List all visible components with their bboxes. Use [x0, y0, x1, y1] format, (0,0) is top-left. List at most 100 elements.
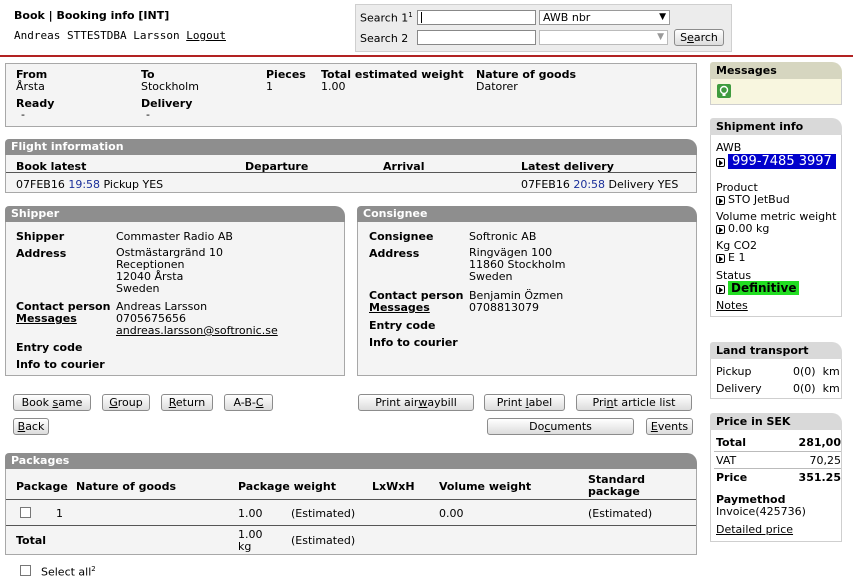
flight-col-latest-delivery: Latest delivery [521, 160, 614, 173]
packages-header-divider [6, 499, 696, 500]
shipment-info-header: Shipment info [710, 118, 842, 135]
user-info: Andreas STTESTDBA Larsson Logout [14, 29, 226, 42]
messages-panel-header: Messages [710, 62, 842, 79]
pkg-col-volume: Volume weight [439, 480, 532, 493]
price-total-label: Total [716, 436, 747, 449]
search2-type-select[interactable]: ▼ [539, 30, 668, 45]
flight-latest-delivery-value: 07FEB16 20:58 Delivery YES [521, 178, 679, 191]
awb-label: AWB [716, 141, 742, 154]
group-button[interactable]: Group [102, 394, 150, 411]
co2-row: E 1 [716, 251, 745, 264]
notes-link[interactable]: Notes [716, 299, 748, 312]
pickup-label: Pickup [716, 365, 752, 378]
print-label-button[interactable]: Print label [484, 394, 565, 411]
awb-row: 999-7485 3997 [716, 154, 836, 169]
paymethod-value: Invoice(425736) [716, 505, 806, 518]
package-weight-note: (Estimated) [291, 507, 356, 520]
shipper-entry-code-label: Entry code [16, 341, 83, 354]
pkg-col-weight: Package weight [238, 480, 336, 493]
abc-button[interactable]: A-B-C [224, 394, 273, 411]
message-bulb-icon[interactable] [717, 84, 731, 98]
flight-col-arrival: Arrival [383, 160, 425, 173]
arrow-right-icon[interactable] [716, 284, 725, 294]
search1-label: Search 11 [360, 11, 413, 25]
detailed-price-link[interactable]: Detailed price [716, 523, 793, 536]
flight-col-book-latest: Book latest [16, 160, 87, 173]
search2-label: Search 2 [360, 32, 409, 45]
pieces-value: 1 [266, 80, 273, 93]
documents-button[interactable]: Documents [487, 418, 634, 435]
divider [714, 468, 841, 469]
select-all-checkbox[interactable] [20, 565, 31, 576]
shipper-email-link[interactable]: andreas.larsson@softronic.se [116, 324, 278, 337]
search1-type-select[interactable]: AWB nbr ▼ [539, 10, 670, 25]
awb-value: 999-7485 3997 [728, 154, 836, 169]
divider [714, 451, 841, 452]
events-button[interactable]: Events [646, 418, 693, 435]
consignee-value: Softronic AB [469, 230, 537, 243]
ready-value: - [21, 108, 25, 121]
from-value: Årsta [16, 80, 45, 93]
pkg-col-lwh: LxWxH [372, 480, 415, 493]
packages-section-header: Packages [5, 453, 697, 469]
status-badge: Definitive [728, 281, 800, 295]
packages-total-weight: 1.00 kg [238, 528, 263, 553]
pkg-col-nature: Nature of goods [76, 480, 177, 493]
price-header: Price in SEK [710, 413, 842, 430]
print-airwaybill-button[interactable]: Print airwaybill [358, 394, 474, 411]
weight-value: 1.00 [321, 80, 346, 93]
consignee-courier-label: Info to courier [369, 336, 458, 349]
search2-input[interactable] [417, 30, 536, 45]
search-panel: Search 11 AWB nbr ▼ Search 2 ▼ Search [355, 4, 732, 52]
search-button[interactable]: Search [674, 29, 724, 46]
packages-total-note: (Estimated) [291, 534, 356, 547]
shipper-address: Ostmästargränd 10 Receptionen 12040 Årst… [116, 246, 223, 295]
packages-total-label: Total [16, 534, 47, 547]
consignee-messages-link[interactable]: Messages [369, 301, 430, 314]
price-value: 351.25 [798, 471, 841, 484]
print-article-list-button[interactable]: Print article list [576, 394, 692, 411]
logout-link[interactable]: Logout [186, 29, 226, 42]
shipper-section-header: Shipper [5, 206, 345, 222]
arrow-right-icon[interactable] [716, 224, 725, 234]
consignee-entry-code-label: Entry code [369, 319, 436, 332]
pkg-col-package: Package [16, 480, 68, 493]
arrow-right-icon[interactable] [716, 253, 725, 263]
shipper-address-label: Address [16, 247, 67, 260]
delivery-distance-value: 0(0) km [793, 382, 840, 395]
consignee-address: Ringvägen 100 11860 Stockholm Sweden [469, 246, 566, 283]
vat-label: VAT [716, 454, 737, 467]
arrow-right-icon[interactable] [716, 157, 725, 167]
nature-value: Datorer [476, 80, 518, 93]
flight-section-header: Flight information [5, 139, 697, 155]
package-weight: 1.00 [238, 507, 263, 520]
shipper-label: Shipper [16, 230, 65, 243]
to-value: Stockholm [141, 80, 199, 93]
book-same-button[interactable]: Book same [13, 394, 91, 411]
flight-book-latest-value: 07FEB16 19:58 Pickup YES [16, 178, 164, 191]
vat-value: 70,25 [809, 454, 842, 467]
select-all-label: Select all2 [41, 565, 96, 579]
header-divider [0, 55, 853, 57]
shipper-value: Commaster Radio AB [116, 230, 233, 243]
shipper-messages-link[interactable]: Messages [16, 312, 77, 325]
consignee-label: Consignee [369, 230, 434, 243]
page-title: Book | Booking info [INT] [14, 9, 170, 22]
chevron-down-icon: ▼ [659, 12, 666, 22]
back-button[interactable]: Back [13, 418, 49, 435]
delivery-distance-label: Delivery [716, 382, 762, 395]
arrow-right-icon[interactable] [716, 195, 725, 205]
product-row: STO JetBud [716, 193, 790, 206]
land-transport-header: Land transport [710, 342, 842, 359]
status-row: Definitive [716, 281, 800, 295]
search1-input[interactable] [417, 10, 536, 25]
package-number: 1 [56, 507, 63, 520]
return-button[interactable]: Return [161, 394, 213, 411]
volume-row: 0.00 kg [716, 222, 769, 235]
delivery-value: - [146, 108, 150, 121]
package-row-checkbox[interactable] [20, 507, 31, 518]
package-standard: (Estimated) [588, 507, 653, 520]
pkg-col-standard: Standard package [588, 473, 646, 498]
package-volume: 0.00 [439, 507, 464, 520]
price-label: Price [716, 471, 748, 484]
